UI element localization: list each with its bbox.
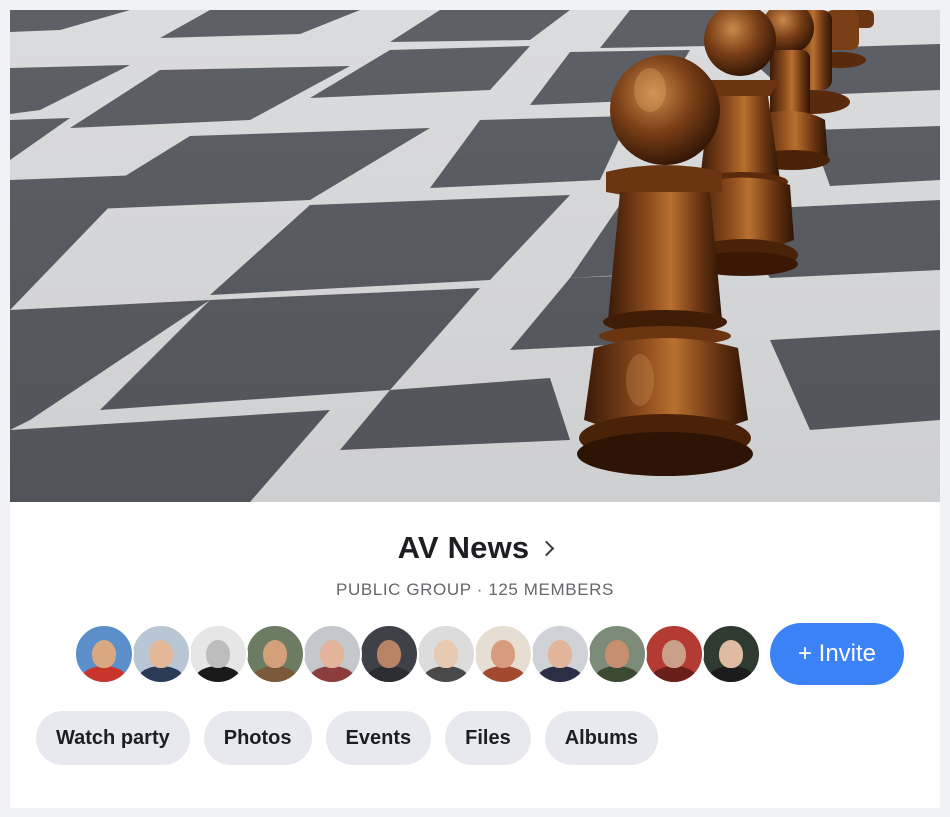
tab-watch-party[interactable]: Watch party [36, 711, 190, 765]
avatar-face [320, 640, 344, 668]
avatar-face [491, 640, 515, 668]
group-privacy: PUBLIC GROUP [336, 580, 472, 599]
cover-photo[interactable] [10, 10, 940, 502]
meta-separator: · [476, 580, 483, 599]
avatar-body [81, 666, 127, 682]
tab-photos[interactable]: Photos [203, 711, 312, 765]
invite-button[interactable]: + Invite [770, 623, 904, 685]
group-title[interactable]: AV News [10, 530, 940, 566]
member-avatar[interactable] [416, 624, 476, 684]
avatar-face [263, 640, 287, 668]
member-avatar[interactable] [131, 624, 191, 684]
tab-albums[interactable]: Albums [544, 711, 659, 765]
avatar-face [719, 640, 743, 668]
avatar-face [662, 640, 686, 668]
avatar-body [480, 666, 526, 682]
page: AV News PUBLIC GROUP · 125 MEMBERS + Inv… [0, 0, 950, 817]
group-meta: PUBLIC GROUP · 125 MEMBERS [10, 580, 940, 600]
avatar-body [651, 666, 697, 682]
avatar-body [537, 666, 583, 682]
avatar-body [195, 666, 241, 682]
avatar-face [434, 640, 458, 668]
group-tabs: Watch party Photos Events Files Albums [36, 711, 672, 765]
chevron-right-icon[interactable] [539, 540, 555, 557]
member-avatar[interactable] [587, 624, 647, 684]
tab-events[interactable]: Events [325, 711, 432, 765]
avatar-body [423, 666, 469, 682]
member-avatar[interactable] [188, 624, 248, 684]
avatar-face [149, 640, 173, 668]
avatar-body [594, 666, 640, 682]
group-name[interactable]: AV News [398, 530, 530, 565]
tab-files[interactable]: Files [445, 711, 531, 765]
member-avatar[interactable] [74, 624, 134, 684]
group-header-card: AV News PUBLIC GROUP · 125 MEMBERS + Inv… [10, 10, 940, 808]
avatar-face [548, 640, 572, 668]
chess-board-photo-icon [10, 10, 940, 502]
member-avatar[interactable] [473, 624, 533, 684]
avatar-body [309, 666, 355, 682]
avatar-body [138, 666, 184, 682]
avatar-face [605, 640, 629, 668]
avatar-body [708, 666, 754, 682]
avatar-body [252, 666, 298, 682]
avatar-body [366, 666, 412, 682]
member-avatar[interactable] [245, 624, 305, 684]
member-avatar[interactable] [701, 624, 761, 684]
member-avatars: + Invite [74, 622, 904, 686]
member-avatar[interactable] [302, 624, 362, 684]
member-avatar[interactable] [644, 624, 704, 684]
member-avatar[interactable] [359, 624, 419, 684]
avatar-face [206, 640, 230, 668]
member-avatar[interactable] [530, 624, 590, 684]
avatar-face [92, 640, 116, 668]
avatar-face [377, 640, 401, 668]
member-count: 125 MEMBERS [488, 580, 614, 599]
